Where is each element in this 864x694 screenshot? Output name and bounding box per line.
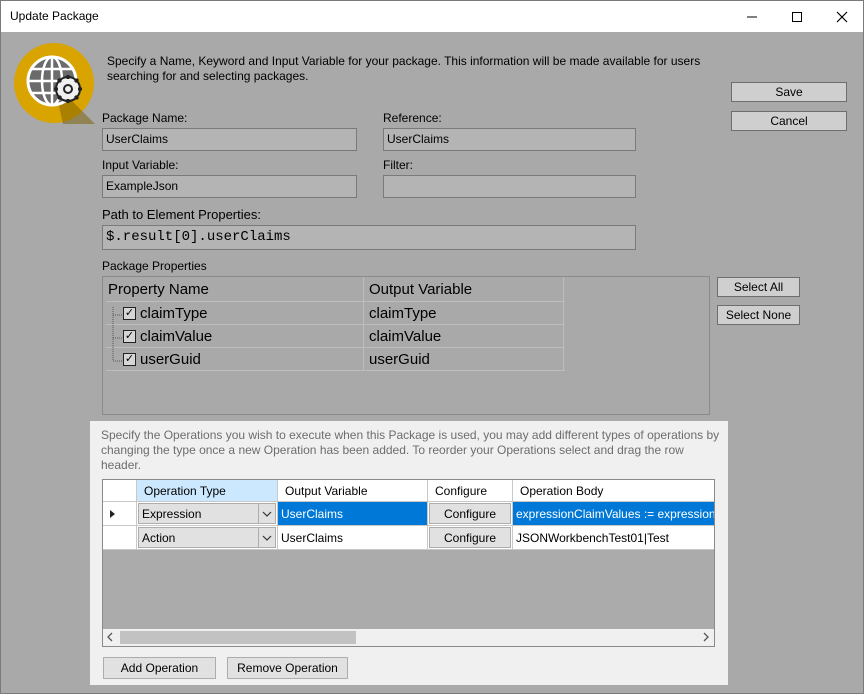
property-name: claimValue [140,327,213,345]
operation-type-cell: Expression [137,502,278,526]
chevron-right-icon[interactable] [702,631,710,646]
horizontal-scrollbar[interactable] [103,629,714,646]
minimize-icon[interactable] [729,1,774,32]
operations-description: Specify the Operations you wish to execu… [101,428,720,472]
property-name-cell: ✓ claimValue [106,325,364,347]
input-variable-label: Input Variable: [102,158,179,172]
operation-body-cell[interactable]: JSONWorkbenchTest01|Test [513,526,714,550]
title-bar: Update Package [1,1,863,32]
configure-cell: Configure [428,526,513,550]
update-package-window: Update Package Specify a Name, Keyword a… [0,0,864,694]
operation-type-dropdown[interactable]: Expression [138,503,276,524]
column-header-operation-type[interactable]: Operation Type [137,480,278,502]
row-header-corner [103,480,137,502]
cancel-button[interactable]: Cancel [731,111,847,131]
output-variable-cell[interactable]: userGuid [364,348,564,370]
reference-field[interactable]: UserClaims [383,128,636,151]
add-operation-button[interactable]: Add Operation [103,657,216,679]
property-row[interactable]: ✓ claimValue claimValue [106,325,565,348]
output-variable-cell[interactable]: claimType [364,302,564,324]
package-properties-label: Package Properties [102,259,207,273]
properties-table: Property Name Output Variable ✓ claimTyp… [106,277,565,371]
current-row-icon [110,509,115,518]
remove-operation-button[interactable]: Remove Operation [227,657,348,679]
dialog-body: Specify a Name, Keyword and Input Variab… [1,32,863,693]
package-name-label: Package Name: [102,111,188,125]
chevron-down-icon [258,528,275,547]
output-variable-cell[interactable]: UserClaims [278,526,428,550]
property-row[interactable]: ✓ claimType claimType [106,302,565,325]
dropdown-value: Expression [142,506,202,521]
select-none-button[interactable]: Select None [717,305,800,325]
chevron-left-icon[interactable] [106,631,114,646]
save-button[interactable]: Save [731,82,847,102]
column-header-output-variable[interactable]: Output Variable [278,480,428,502]
row-header[interactable] [103,502,137,526]
path-field[interactable]: $.result[0].userClaims [102,225,636,250]
globe-gear-icon [13,42,95,124]
column-header-configure[interactable]: Configure [428,480,513,502]
reference-label: Reference: [383,111,442,125]
row-header[interactable] [103,526,137,550]
checkbox-userguid[interactable]: ✓ [123,352,136,366]
output-variable-cell[interactable]: UserClaims [278,502,428,526]
close-icon[interactable] [819,1,864,32]
configure-button[interactable]: Configure [429,527,511,548]
configure-button[interactable]: Configure [429,503,511,524]
operation-type-cell: Action [137,526,278,550]
scrollbar-thumb[interactable] [120,631,356,644]
output-variable-cell[interactable]: claimValue [364,325,564,347]
checkbox-claimvalue[interactable]: ✓ [123,329,136,343]
intro-text: Specify a Name, Keyword and Input Variab… [107,54,701,83]
package-name-field[interactable]: UserClaims [102,128,357,151]
configure-cell: Configure [428,502,513,526]
filter-field[interactable] [383,175,636,198]
operations-panel: Specify the Operations you wish to execu… [90,421,728,685]
operation-type-dropdown[interactable]: Action [138,527,276,548]
tree-lines [112,307,123,362]
window-title: Update Package [10,9,99,23]
column-header-output-variable[interactable]: Output Variable [364,277,564,301]
package-properties-tree[interactable]: Property Name Output Variable ✓ claimTyp… [102,276,710,415]
select-all-button[interactable]: Select All [717,277,800,297]
input-variable-field[interactable]: ExampleJson [102,175,357,198]
column-header-operation-body[interactable]: Operation Body [513,480,714,502]
property-name: userGuid [140,350,201,368]
dropdown-value: Action [142,530,176,545]
operation-body-cell[interactable]: expressionClaimValues := expressionC [513,502,714,526]
property-name: claimType [140,304,208,322]
checkbox-claimtype[interactable]: ✓ [123,306,136,320]
property-name-cell: ✓ userGuid [106,348,364,370]
operations-grid[interactable]: Operation Type Output Variable Configure… [102,479,715,647]
chevron-down-icon [258,504,275,523]
property-row[interactable]: ✓ userGuid userGuid [106,348,565,371]
properties-header-row: Property Name Output Variable [106,277,565,302]
path-label: Path to Element Properties: [102,207,261,222]
column-header-property-name[interactable]: Property Name [106,277,364,301]
filter-label: Filter: [383,158,413,172]
maximize-icon[interactable] [774,1,819,32]
property-name-cell: ✓ claimType [106,302,364,324]
